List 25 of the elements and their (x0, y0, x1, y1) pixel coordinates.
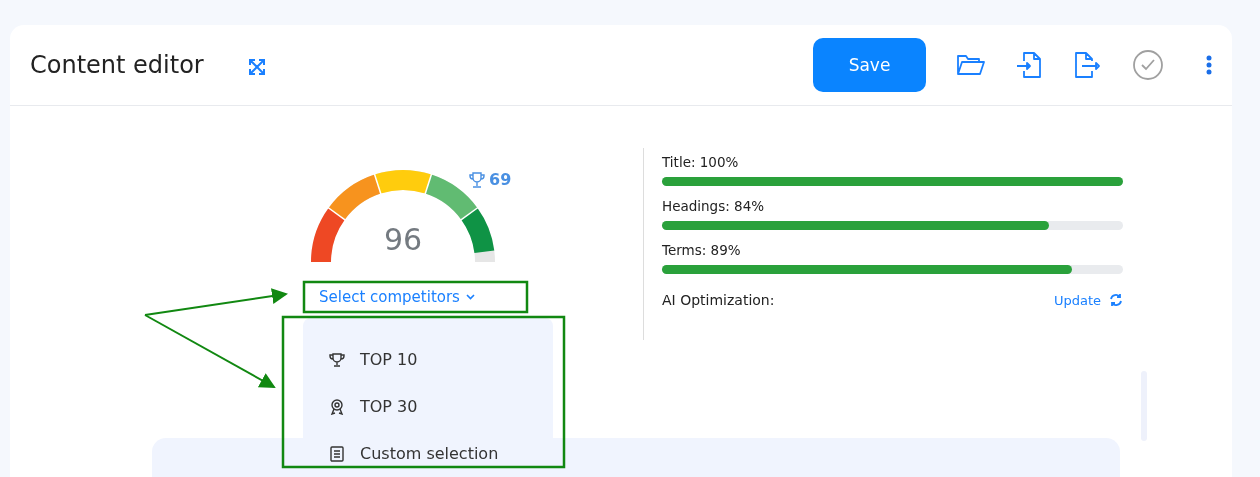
file-import-icon[interactable] (1016, 51, 1042, 79)
metric-label: Headings: 84% (662, 198, 766, 214)
select-competitors-dropdown[interactable]: Select competitors (313, 284, 481, 310)
refresh-icon (1109, 293, 1123, 307)
update-button[interactable]: Update (1053, 292, 1123, 308)
page-title: Content editor (30, 51, 204, 79)
menu-item[interactable]: TOP 10 (303, 336, 553, 383)
metric-label: Terms: 89% (662, 242, 742, 258)
chevron-down-icon (465, 294, 475, 300)
file-export-icon[interactable] (1072, 51, 1102, 79)
metric-label: Title: 100% (662, 154, 740, 170)
trophy-icon (468, 170, 486, 189)
menu-item[interactable]: TOP 30 (303, 383, 553, 430)
more-options-icon[interactable] (1206, 55, 1212, 75)
save-button[interactable]: Save (813, 38, 926, 92)
ai-optimization-label: AI Optimization: (662, 292, 775, 308)
trophy-icon (329, 351, 345, 368)
competitor-score: 69 (489, 170, 512, 189)
checklist-icon (329, 445, 345, 462)
folder-icon[interactable] (956, 53, 986, 77)
menu-item[interactable]: Custom selection (303, 430, 553, 477)
award-icon (329, 398, 345, 415)
score-value: 96 (382, 222, 424, 257)
check-circle-icon[interactable] (1132, 49, 1164, 81)
expand-icon[interactable] (247, 58, 266, 76)
